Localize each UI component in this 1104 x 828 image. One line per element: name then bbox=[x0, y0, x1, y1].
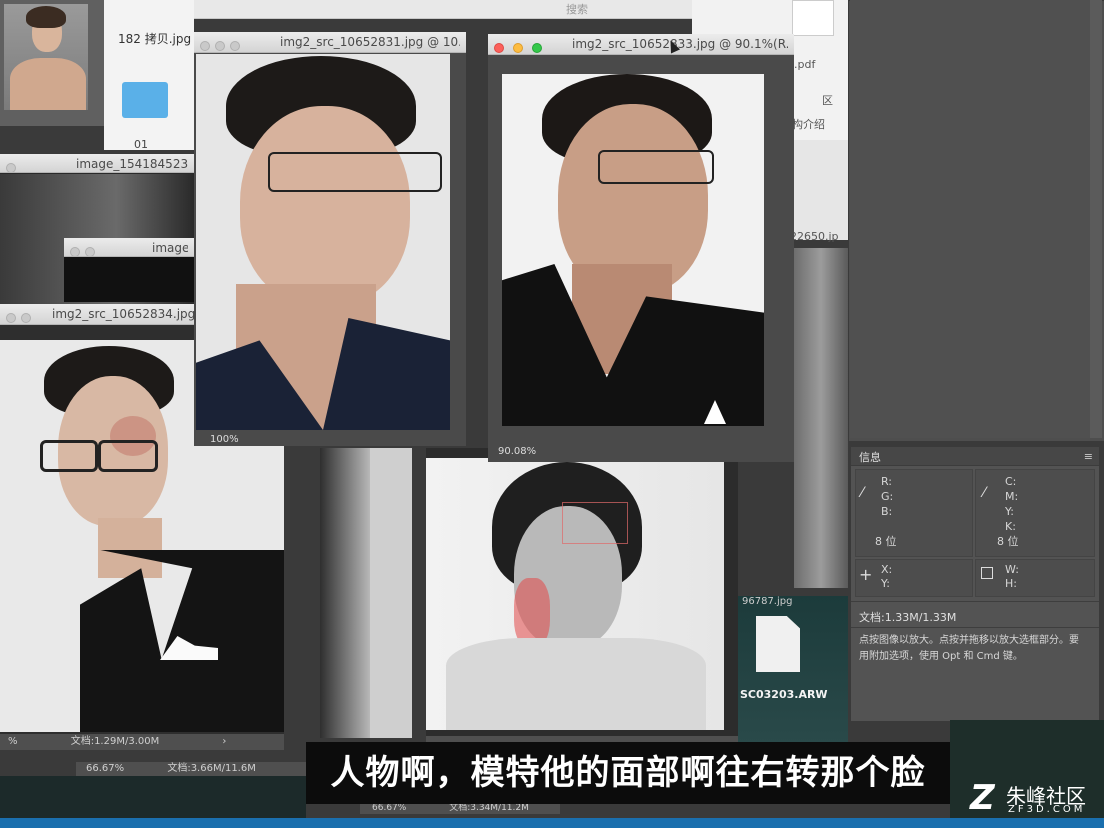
bottom-background bbox=[0, 776, 306, 818]
watermark: Z 朱峰社区 ZF3D.COM bbox=[970, 778, 1100, 818]
man-photo-right bbox=[502, 74, 764, 426]
filename-96787: 96787.jpg bbox=[742, 596, 793, 607]
selection-box-icon bbox=[981, 567, 993, 579]
label-h: H: bbox=[1005, 577, 1017, 590]
glasses-833 bbox=[598, 150, 714, 184]
folder-icon[interactable] bbox=[122, 82, 168, 118]
crosshair-icon: + bbox=[859, 565, 873, 584]
intro-label: 构介绍 bbox=[792, 118, 825, 131]
panel-menu-icon[interactable]: ≡ bbox=[1084, 450, 1093, 463]
folder-label: 01 bbox=[134, 138, 148, 151]
thumb-window bbox=[0, 0, 104, 126]
label-k: K: bbox=[1005, 520, 1016, 533]
statusbar-mid: 66.67% 文档:3.66M/11.6M bbox=[76, 762, 306, 776]
subtitle-caption: 人物啊，模特他的面部啊往右转那个脸 bbox=[306, 742, 950, 804]
woman-photo bbox=[426, 458, 724, 730]
window-image-1[interactable]: image_1 bbox=[64, 238, 194, 302]
doc-size: 文档:1.33M/1.33M bbox=[859, 611, 957, 624]
panel-dock-inner bbox=[850, 0, 1091, 438]
finder-window-left: 182 拷贝.jpg 01 bbox=[104, 0, 194, 151]
panel-scrollbar[interactable] bbox=[1090, 0, 1102, 438]
eyedropper-icon: ⁄ bbox=[861, 485, 864, 501]
close-button[interactable] bbox=[494, 43, 504, 53]
window-title-image-1: image_1 bbox=[152, 241, 188, 255]
search-hint: 搜索 bbox=[566, 3, 588, 16]
statusbar-834: % 文档:1.29M/3.00M › bbox=[0, 734, 284, 750]
zoom-831: 100% bbox=[210, 434, 239, 445]
file-area-right: 96787.jpg SC03203.ARW bbox=[738, 596, 848, 746]
window-bw-strip[interactable] bbox=[320, 448, 412, 738]
window-title-833: img2_src_10652833.jpg @ 90.1%(R... bbox=[572, 37, 788, 51]
glasses-left bbox=[40, 440, 98, 472]
label-x: X: bbox=[881, 563, 893, 576]
bw-texture-right bbox=[794, 248, 848, 588]
info-panel-title[interactable]: 信息 bbox=[859, 449, 881, 465]
window-woman[interactable] bbox=[426, 448, 738, 750]
label-w: W: bbox=[1005, 563, 1019, 576]
zone-label: 区 bbox=[822, 94, 833, 107]
file-icon[interactable] bbox=[756, 616, 800, 672]
zoom-button[interactable] bbox=[531, 43, 542, 53]
label-bits-right: 8 位 bbox=[997, 535, 1019, 548]
eyedropper-icon-right: ⁄ bbox=[983, 485, 986, 501]
label-bits-left: 8 位 bbox=[875, 535, 897, 548]
doc-thumbnail-icon bbox=[792, 0, 834, 36]
label-m: M: bbox=[1005, 490, 1019, 503]
window-img-833[interactable]: img2_src_10652833.jpg @ 90.1%(R... 90.08… bbox=[488, 34, 794, 462]
label-r: R: bbox=[881, 475, 893, 488]
filename-22650: 22650.jp bbox=[790, 230, 839, 243]
zoom-833: 90.08% bbox=[498, 446, 537, 457]
watermark-en: ZF3D.COM bbox=[1008, 804, 1086, 815]
label-y2: Y: bbox=[881, 577, 890, 590]
info-panel: 信息 ≡ ⁄ R: G: B: 8 位 ⁄ C: M: Y: K: 8 位 + … bbox=[850, 446, 1100, 722]
window-img-831[interactable]: img2_src_10652831.jpg @ 10... 100% bbox=[194, 32, 466, 446]
man-photo-middle bbox=[196, 54, 450, 430]
glasses-831 bbox=[268, 152, 442, 192]
label-c: C: bbox=[1005, 475, 1017, 488]
filename-arw: SC03203.ARW bbox=[740, 688, 828, 701]
window-title-image-154: image_1541845238. bbox=[76, 157, 188, 171]
bottom-edge-bar bbox=[0, 818, 1104, 828]
woman-thumb-photo bbox=[4, 4, 88, 110]
file-182-label: 182 拷贝.jpg bbox=[118, 32, 192, 46]
label-b: B: bbox=[881, 505, 893, 518]
watermark-logo-icon: Z bbox=[970, 778, 995, 818]
minimize-button[interactable] bbox=[512, 43, 523, 53]
help-text: 点按图像以放大。点按并拖移以放大选框部分。要用附加选项，使用 Opt 和 Cmd… bbox=[859, 635, 1079, 662]
finder-toolbar: 搜索 bbox=[106, 0, 696, 19]
label-y: Y: bbox=[1005, 505, 1014, 518]
glasses-right bbox=[98, 440, 158, 472]
label-g: G: bbox=[881, 490, 894, 503]
window-title-831: img2_src_10652831.jpg @ 10... bbox=[280, 35, 460, 49]
info-panel-header: 信息 ≡ bbox=[851, 447, 1099, 466]
